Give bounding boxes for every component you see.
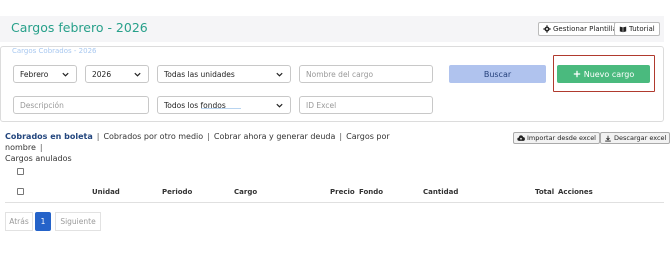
cargo-name-placeholder: Nombre del cargo (306, 69, 374, 79)
page-header: Cargos febrero - 2026 Gestionar Plantill… (0, 16, 664, 42)
id-excel-placeholder: ID Excel (306, 100, 337, 110)
search-button[interactable]: Buscar (449, 65, 546, 83)
chevron-down-icon (134, 72, 141, 77)
download-icon (605, 135, 611, 142)
chevron-down-icon (62, 72, 69, 77)
column-precio: Precio (330, 188, 355, 196)
cloud-upload-icon (517, 134, 525, 141)
download-excel-button[interactable]: Descargar excel (600, 132, 670, 144)
search-label: Buscar (483, 69, 512, 79)
tab-separator: | (339, 132, 343, 141)
chevron-down-icon (276, 103, 283, 108)
page-title: Cargos febrero - 2026 (11, 20, 148, 35)
column-acciones: Acciones (558, 188, 593, 196)
tab-cobrados-otro-medio[interactable]: Cobrados por otro medio (103, 132, 203, 141)
tab-cargos-anulados[interactable]: Cargos anulados (5, 154, 72, 163)
column-cantidad: Cantidad (423, 188, 459, 196)
tab-cobrar-ahora[interactable]: Cobrar ahora y generar deuda (214, 132, 336, 141)
column-cargo: Cargo (234, 188, 258, 196)
funds-select[interactable]: Todos los fondos (157, 96, 291, 114)
description-placeholder: Descripción (20, 100, 64, 110)
new-cargo-label: Nuevo cargo (583, 69, 635, 79)
column-unidad: Unidad (92, 188, 120, 196)
new-cargo-button[interactable]: Nuevo cargo (557, 65, 650, 83)
column-periodo: Periodo (162, 188, 193, 196)
gestionar-plantillas-label: Gestionar Plantillas (553, 25, 621, 33)
month-select[interactable]: Febrero (13, 65, 77, 83)
cargo-tabs: Cobrados en boleta | Cobrados por otro med… (5, 131, 425, 164)
gear-icon (543, 25, 551, 33)
download-excel-label: Descargar excel (614, 134, 667, 142)
column-fondo: Fondo (359, 188, 384, 196)
id-excel-input[interactable]: ID Excel (299, 96, 433, 114)
selection-artifact (201, 108, 241, 109)
tutorial-label: Tutorial (629, 25, 655, 33)
import-excel-label: Importar desde excel (527, 134, 596, 142)
import-excel-button[interactable]: Importar desde excel (513, 132, 600, 144)
table-divider (5, 202, 664, 203)
tab-separator: | (96, 132, 100, 141)
month-value: Febrero (20, 69, 49, 79)
chevron-down-icon (276, 72, 283, 77)
column-total: Total (535, 188, 555, 196)
tutorial-button[interactable]: Tutorial (614, 22, 660, 36)
cargo-name-input[interactable]: Nombre del cargo (299, 65, 433, 83)
description-input[interactable]: Descripción (13, 96, 149, 114)
select-all-checkbox[interactable] (17, 168, 24, 175)
pagination-next[interactable]: Siguiente (55, 212, 101, 231)
tab-separator: | (39, 143, 43, 152)
header-checkbox[interactable] (17, 188, 24, 195)
tab-cobrados-boleta[interactable]: Cobrados en boleta (5, 132, 93, 141)
year-value: 2026 (92, 69, 112, 79)
book-icon (619, 26, 627, 33)
plus-icon (573, 70, 580, 78)
tab-separator: | (207, 132, 210, 141)
pagination-page-1[interactable]: 1 (35, 212, 51, 231)
units-value: Todas las unidades (164, 69, 235, 79)
year-select[interactable]: 2026 (85, 65, 149, 83)
gestionar-plantillas-button[interactable]: Gestionar Plantillas (538, 22, 626, 36)
units-select[interactable]: Todas las unidades (157, 65, 291, 83)
pagination-prev[interactable]: Atrás (5, 212, 33, 231)
ghost-label: Cargos Cobrados - 2026 (12, 47, 97, 55)
